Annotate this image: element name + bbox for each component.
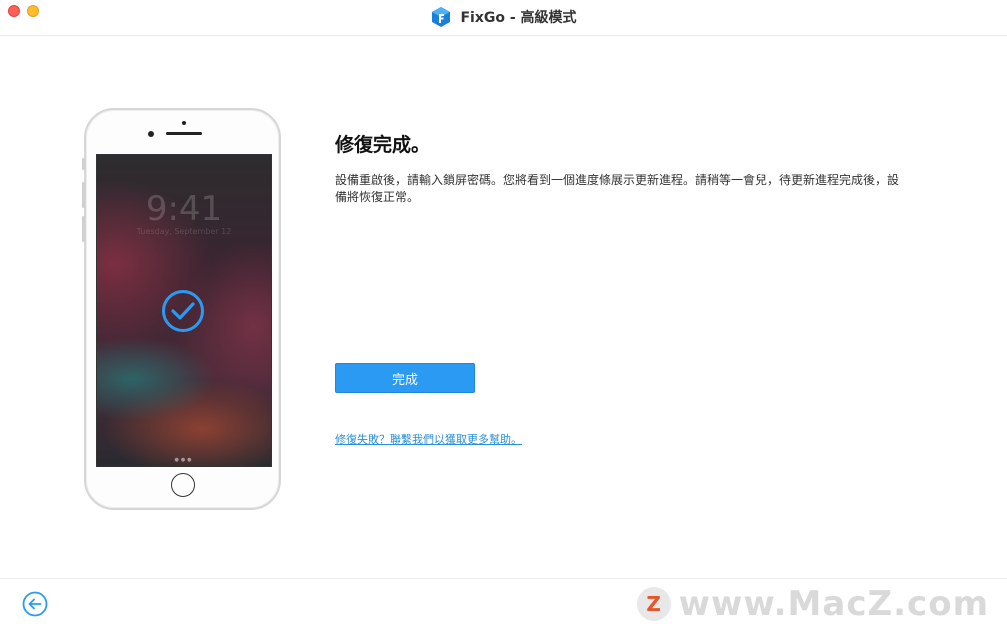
footer-divider bbox=[0, 578, 1007, 579]
phone-mute-switch bbox=[82, 158, 85, 170]
watermark: Z www.MacZ.com bbox=[636, 584, 989, 624]
window-title: FixGo - 高級模式 bbox=[460, 10, 577, 26]
phone-front-sensor bbox=[182, 121, 186, 125]
watermark-text: www.MacZ.com bbox=[678, 584, 989, 624]
phone-volume-up bbox=[82, 182, 85, 208]
watermark-badge: Z bbox=[636, 587, 671, 621]
title-bar: FixGo - 高級模式 bbox=[0, 0, 1007, 36]
iphone-illustration: 9:41 Tuesday, September 12 ●●● bbox=[82, 108, 281, 510]
check-circle-icon bbox=[162, 290, 204, 332]
phone-home-button bbox=[171, 473, 195, 497]
lock-screen-date: Tuesday, September 12 bbox=[136, 227, 232, 236]
contact-support-link[interactable]: 修復失敗？聯繫我們以獲取更多幫助。 bbox=[335, 431, 522, 447]
done-button[interactable]: 完成 bbox=[335, 363, 475, 393]
phone-volume-down bbox=[82, 216, 85, 242]
completion-description: 設備重啟後，請輸入鎖屏密碼。您將看到一個進度條展示更新進程。請稍等一會兒，待更新… bbox=[335, 173, 900, 204]
phone-front-camera bbox=[148, 131, 154, 137]
window-title-group: FixGo - 高級模式 bbox=[0, 6, 1007, 28]
lock-screen-page-dots: ●●● bbox=[174, 457, 194, 463]
back-arrow-icon[interactable] bbox=[22, 591, 48, 617]
lock-screen-time: 9:41 bbox=[145, 189, 223, 229]
page-title: 修復完成。 bbox=[335, 134, 431, 156]
phone-earpiece bbox=[166, 132, 202, 135]
fixgo-logo-icon bbox=[432, 7, 451, 27]
phone-screen: 9:41 Tuesday, September 12 ●●● bbox=[96, 154, 272, 467]
